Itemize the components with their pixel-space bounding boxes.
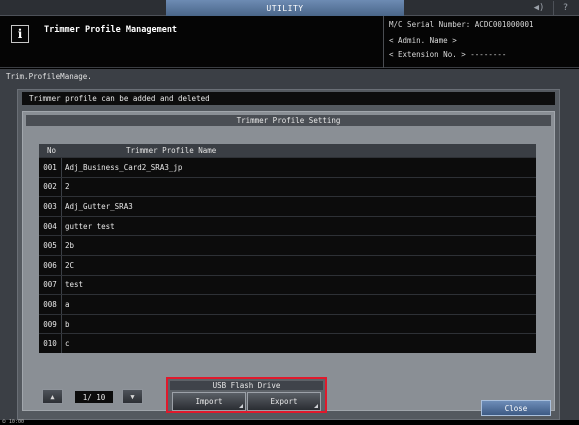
- row-profile-name: b: [65, 319, 70, 329]
- row-profile-name: Adj_Gutter_SRA3: [65, 201, 133, 211]
- table-row[interactable]: 007 test: [39, 274, 536, 295]
- row-number: 001: [39, 158, 62, 177]
- table-row[interactable]: 005 2b: [39, 235, 536, 255]
- message-bar: Trimmer profile can be added and deleted: [22, 92, 555, 105]
- column-header-name: Trimmer Profile Name: [126, 146, 217, 155]
- admin-name: < Admin. Name >: [389, 36, 457, 45]
- export-button[interactable]: Export: [247, 392, 321, 411]
- header: i Trimmer Profile Management M/C Serial …: [0, 16, 579, 68]
- row-number: 002: [39, 177, 62, 197]
- usb-group-title: USB Flash Drive: [170, 381, 323, 390]
- extension-number: < Extension No. > --------: [389, 50, 507, 59]
- main-area: Trim.ProfileManage. Trimmer profile can …: [0, 69, 579, 420]
- table-row[interactable]: 004 gutter test: [39, 215, 536, 236]
- table-row[interactable]: 001 Adj_Business_Card2_SRA3_jp: [39, 157, 536, 177]
- table-header: No Trimmer Profile Name: [39, 144, 536, 157]
- profile-table: No Trimmer Profile Name 001 Adj_Business_…: [39, 144, 536, 353]
- row-profile-name: a: [65, 299, 70, 309]
- row-number: 004: [39, 216, 62, 236]
- table-row[interactable]: 008 a: [39, 294, 536, 314]
- row-number: 003: [39, 197, 62, 216]
- header-divider: [383, 16, 384, 68]
- profile-setting-panel: Trimmer Profile Setting No Trimmer Profi…: [22, 111, 555, 413]
- table-row[interactable]: 010 c: [39, 333, 536, 353]
- breadcrumb: Trim.ProfileManage.: [6, 72, 92, 81]
- status-bar: ⏲ 10:00: [0, 420, 579, 425]
- page-up-button[interactable]: ▲: [42, 389, 63, 404]
- row-profile-name: gutter test: [65, 221, 115, 231]
- row-profile-name: 2: [65, 182, 70, 192]
- serial-number: M/C Serial Number: ACDC001000001: [389, 20, 534, 29]
- close-button[interactable]: Close: [481, 400, 551, 416]
- row-number: 009: [39, 314, 62, 334]
- row-profile-name: c: [65, 339, 70, 349]
- table-row[interactable]: 003 Adj_Gutter_SRA3: [39, 196, 536, 216]
- help-icon[interactable]: ?: [553, 1, 577, 15]
- section-title: Trimmer Profile Setting: [26, 115, 551, 126]
- table-row[interactable]: 002 2: [39, 176, 536, 197]
- column-header-no: No: [47, 146, 57, 155]
- row-number: 006: [39, 255, 62, 275]
- usb-flash-drive-group: USB Flash Drive Import Export: [166, 377, 327, 413]
- page-indicator: 1/ 10: [75, 391, 113, 403]
- clock-display: ⏲ 10:00: [2, 419, 24, 425]
- row-number: 007: [39, 275, 62, 295]
- page-title: Trimmer Profile Management: [44, 25, 178, 35]
- table-row[interactable]: 006 2C: [39, 254, 536, 275]
- page-down-button[interactable]: ▼: [122, 389, 143, 404]
- import-button[interactable]: Import: [172, 392, 246, 411]
- info-icon: i: [11, 25, 29, 43]
- row-number: 005: [39, 236, 62, 255]
- utility-tab[interactable]: UTILITY: [166, 0, 404, 16]
- row-number: 010: [39, 334, 62, 353]
- row-profile-name: 2C: [65, 260, 75, 270]
- row-number: 008: [39, 295, 62, 314]
- table-row[interactable]: 009 b: [39, 313, 536, 334]
- profile-panel: Trimmer profile can be added and deleted…: [17, 89, 560, 420]
- speaker-icon[interactable]: ◀): [527, 1, 551, 15]
- row-profile-name: test: [65, 280, 84, 290]
- row-profile-name: 2b: [65, 241, 75, 251]
- top-bar: UTILITY ◀) ?: [0, 0, 579, 16]
- row-profile-name: Adj_Business_Card2_SRA3_jp: [65, 162, 183, 172]
